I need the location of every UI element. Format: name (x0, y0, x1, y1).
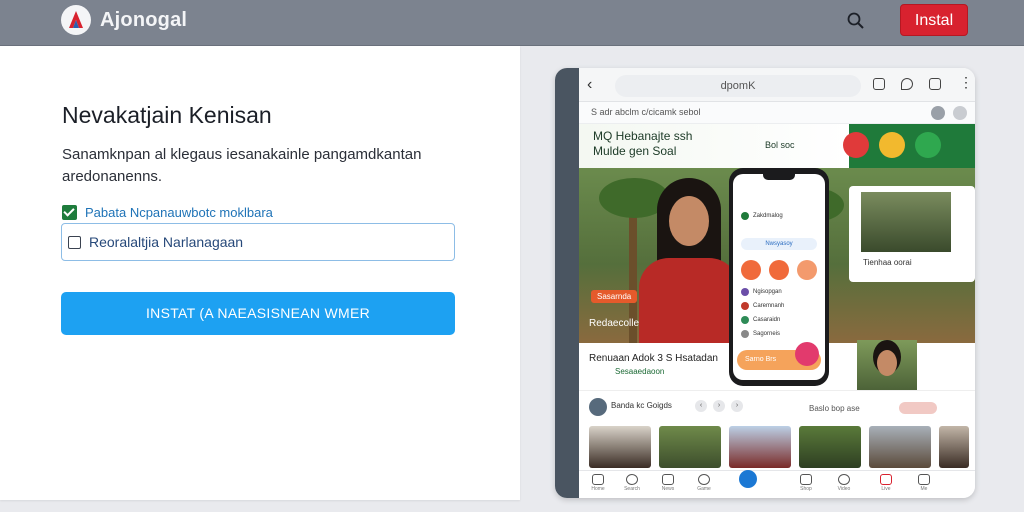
thumbnail-image[interactable] (869, 426, 931, 468)
app-preview-window: ‹ dpomK ⋮ S adr abclm c/cicamk sebol MQ … (555, 68, 975, 498)
info-subtitle[interactable]: Sesaaedaoon (615, 367, 664, 376)
prev-arrow-icon[interactable]: ‹ (695, 400, 707, 412)
address-field[interactable]: dpomK (615, 75, 861, 97)
option-label-1: Pabata Ncpanauwbotc moklbara (85, 204, 273, 220)
thumbnail-image[interactable] (799, 426, 861, 468)
yellow-action-icon[interactable] (879, 132, 905, 158)
phone-action-icon[interactable] (797, 260, 817, 280)
phone-fab-icon[interactable] (795, 342, 819, 366)
gallery-card[interactable]: Tienhaa oorai (849, 186, 975, 282)
game-icon (698, 474, 710, 485)
shield-icon[interactable] (901, 78, 913, 90)
thumbnail-image[interactable] (939, 426, 969, 468)
option-checkbox-2[interactable]: Reoralaltjia Narlanagaan (61, 223, 455, 261)
thumbnail-image[interactable] (729, 426, 791, 468)
option-checkbox-1[interactable]: Pabata Ncpanauwbotc moklbara (62, 204, 273, 220)
hero-title: MQ Hebanajte ssh Mulde gen Soal (593, 129, 692, 159)
red-action-icon[interactable] (843, 132, 869, 158)
browser-url-bar: ‹ dpomK ⋮ (579, 68, 975, 102)
brand-name[interactable]: Ajonogal (100, 9, 187, 32)
more-arrow-icon[interactable]: › (731, 400, 743, 412)
checkbox-unchecked-icon[interactable] (68, 235, 81, 249)
list-avatar (741, 316, 749, 324)
install-cta-button[interactable]: INSTAT (A NAEASISNEAN WMER (61, 292, 455, 335)
settings-icon[interactable] (931, 106, 945, 120)
shop-icon (800, 474, 812, 485)
live-icon (880, 474, 892, 485)
browser-sub-bar: S adr abclm c/cicamk sebol (579, 102, 975, 124)
section-right-text[interactable]: Baslo bop ase (809, 404, 860, 413)
share-icon[interactable] (873, 78, 885, 90)
phone-row-3: Caremnanh (753, 303, 785, 309)
tab-shop[interactable]: Shop (793, 472, 819, 496)
option-label-2: Reoralaltjia Narlanagaan (89, 234, 244, 250)
green-action-icon[interactable] (915, 132, 941, 158)
news-icon (662, 474, 674, 485)
phone-row-4: Casaraidn (753, 317, 781, 323)
phone-action-icon[interactable] (769, 260, 789, 280)
panel-title: Nevakatjain Kenisan (62, 102, 272, 128)
gallery-caption: Tienhaa oorai (863, 258, 912, 267)
checkbox-checked-icon[interactable] (62, 204, 77, 220)
tab-video[interactable]: Video (831, 472, 857, 496)
thumbnail-image[interactable] (589, 426, 651, 468)
side-tab-strip (555, 68, 579, 498)
scene-tag[interactable]: Sasarnda (591, 290, 638, 303)
hero-title-line-1: MQ Hebanajte ssh (593, 129, 693, 143)
phone-input[interactable]: Nwsyasoy (741, 238, 817, 250)
tab-news[interactable]: News (655, 472, 681, 496)
tab-live[interactable]: Live (873, 472, 899, 496)
top-bar: Ajonogal Instal (0, 0, 1024, 46)
section-title: Banda kc Goigds (611, 401, 672, 410)
profile-icon[interactable] (953, 106, 967, 120)
section-avatar[interactable] (589, 398, 607, 416)
install-button[interactable]: Instal (900, 4, 968, 36)
thumbnail-strip (589, 426, 969, 470)
scene-caption: Redaecolle (589, 318, 640, 329)
phone-screen: Zakdmalog Nwsyasoy Ngisopgan Caremnanh C… (733, 174, 825, 380)
info-row (579, 343, 729, 386)
gallery-image (861, 192, 951, 252)
list-avatar (741, 330, 749, 338)
phone-row-5: Sagorneis (753, 331, 781, 337)
thumbnail-image[interactable] (659, 426, 721, 468)
search-icon (626, 474, 638, 485)
list-avatar (741, 302, 749, 310)
info-title: Renuaan Adok 3 S Hsatadan (589, 353, 718, 364)
phone-row-1: Zakdmalog (753, 213, 783, 219)
next-arrow-icon[interactable]: › (713, 400, 725, 412)
phone-mockup: Zakdmalog Nwsyasoy Ngisopgan Caremnanh C… (729, 168, 829, 386)
active-tab-icon[interactable] (739, 470, 757, 488)
install-panel: Nevakatjain Kenisan Sanamknpan al klegau… (0, 46, 520, 500)
subbar-text: S adr abclm c/cicamk sebol (591, 107, 701, 117)
tab-game[interactable]: Game (691, 472, 717, 496)
home-icon (592, 474, 604, 485)
hero-pill[interactable]: Bol soc (765, 140, 795, 150)
profile-icon (918, 474, 930, 485)
section-pill[interactable] (899, 402, 937, 414)
back-arrow-icon[interactable]: ‹ (587, 76, 592, 94)
list-avatar (741, 288, 749, 296)
tab-me[interactable]: Me (911, 472, 937, 496)
tab-search[interactable]: Search (619, 472, 645, 496)
tabs-icon[interactable] (929, 78, 941, 90)
video-icon (838, 474, 850, 485)
app-icon (741, 212, 749, 220)
phone-action-icon[interactable] (741, 260, 761, 280)
hero-title-line-2: Mulde gen Soal (593, 144, 677, 158)
search-icon[interactable] (845, 10, 867, 32)
brand-logo[interactable] (60, 4, 92, 36)
tab-home[interactable]: Home (585, 472, 611, 496)
menu-dots-icon[interactable]: ⋮ (959, 74, 973, 91)
woman-portrait (639, 178, 739, 343)
phone-row-2: Ngisopgan (753, 289, 782, 295)
panel-description: Sanamknpan al klegaus iesanakainle panga… (62, 146, 422, 185)
